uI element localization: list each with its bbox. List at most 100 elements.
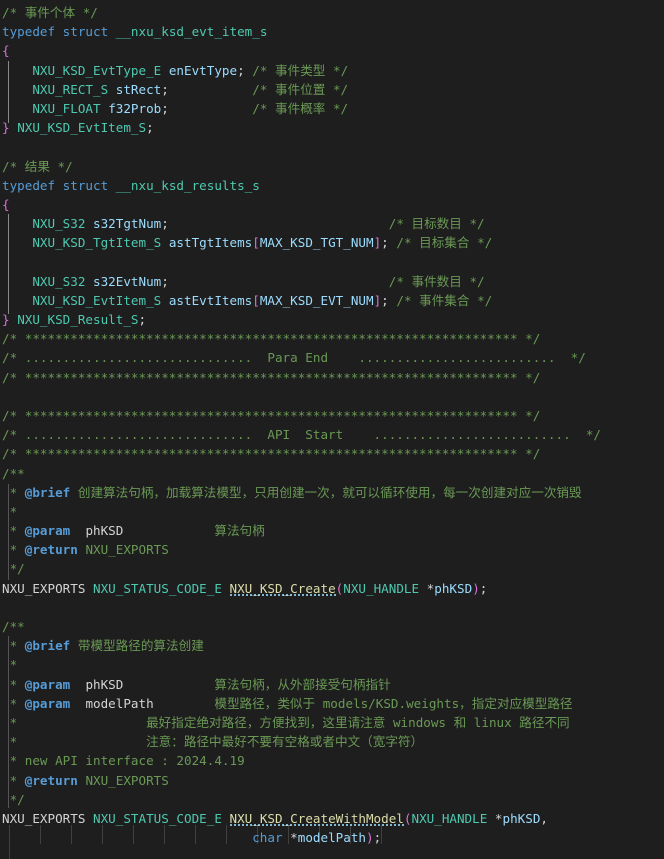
banner-stars: /* *************************************… bbox=[2, 407, 541, 423]
doc-comment-star: * bbox=[2, 523, 18, 539]
doc-comment-star: * bbox=[2, 638, 18, 654]
doc-param-desc: 模型路径，类似于 models/KSD.weights，指定对应模型路径 bbox=[214, 695, 573, 711]
function-name-create: NXU_KSD_Create bbox=[229, 580, 336, 596]
brace-close: } bbox=[2, 312, 10, 327]
semicolon: ; bbox=[161, 81, 169, 97]
code-line: { bbox=[0, 195, 664, 214]
doc-comment-star: * bbox=[2, 484, 18, 500]
code-line: * @param modelPath 模型路径，类似于 models/KSD.w… bbox=[0, 694, 664, 713]
return-type-status-code: NXU_STATUS_CODE_E bbox=[93, 580, 222, 596]
code-line: NXU_S32 s32TgtNum; /* 目标数目 */ bbox=[0, 214, 664, 233]
code-lines[interactable]: /* 事件个体 */ typedef struct __nxu_ksd_evt_… bbox=[0, 3, 664, 847]
member-stRect: stRect bbox=[115, 81, 162, 97]
semicolon: ; bbox=[161, 100, 169, 116]
semicolon: ; bbox=[138, 312, 147, 327]
type-s32: NXU_S32 bbox=[32, 216, 86, 232]
banner-dots-left: /* .............................. bbox=[2, 427, 268, 443]
macro-nxu-exports: NXU_EXPORTS bbox=[2, 580, 86, 596]
code-line: NXU_EXPORTS NXU_STATUS_CODE_E NXU_KSD_Cr… bbox=[0, 579, 664, 598]
pointer-star: * bbox=[494, 810, 503, 826]
doc-comment-star: * bbox=[2, 772, 18, 788]
code-line: * @brief 带模型路径的算法创建 bbox=[0, 636, 664, 655]
doc-note-no-space: 注意：路径中最好不要有空格或者中文（宽字符） bbox=[146, 734, 424, 750]
keyword-struct: struct bbox=[62, 24, 109, 40]
comment-tgt-set: /* 目标集合 */ bbox=[396, 235, 493, 251]
comment-tgt-num: /* 目标数目 */ bbox=[388, 216, 485, 232]
param-name-modelPath: modelPath bbox=[297, 830, 366, 846]
code-line: /* .............................. Para E… bbox=[0, 348, 664, 367]
banner-dots-left: /* .............................. bbox=[2, 350, 268, 366]
brace-open: { bbox=[2, 196, 10, 212]
pointer-star: * bbox=[290, 830, 298, 846]
semicolon: ; bbox=[161, 216, 169, 232]
code-line: } NXU_KSD_Result_S; bbox=[0, 310, 664, 329]
doc-brief-create-with-model: 带模型路径的算法创建 bbox=[77, 638, 204, 654]
code-line: /* .............................. API St… bbox=[0, 425, 664, 444]
semicolon: ; bbox=[161, 273, 169, 289]
code-editor[interactable]: /* 事件个体 */ typedef struct __nxu_ksd_evt_… bbox=[0, 0, 664, 859]
member-s32TgtNum: s32TgtNum bbox=[93, 216, 162, 232]
type-s32: NXU_S32 bbox=[32, 273, 86, 289]
doc-comment-close: */ bbox=[2, 561, 25, 577]
comment-evt-num: /* 事件数目 */ bbox=[388, 273, 485, 289]
doc-comment-star: * bbox=[2, 753, 18, 769]
code-line: * @return NXU_EXPORTS bbox=[0, 540, 664, 559]
code-line: typedef struct __nxu_ksd_evt_item_s bbox=[0, 22, 664, 41]
member-astEvtItems: astEvtItems bbox=[168, 292, 253, 308]
paren-close: ) bbox=[472, 580, 480, 596]
keyword-char: char bbox=[252, 830, 283, 846]
return-type-status-code: NXU_STATUS_CODE_E bbox=[93, 810, 222, 826]
keyword-struct: struct bbox=[62, 177, 109, 193]
type-evt-item-s: NXU_KSD_EvtItem_S bbox=[32, 292, 162, 308]
typedef-name-result-s: NXU_KSD_Result_S bbox=[17, 312, 139, 327]
code-line: NXU_EXPORTS NXU_STATUS_CODE_E NXU_KSD_Cr… bbox=[0, 809, 664, 828]
doc-new-api-interface: new API interface : 2024.4.19 bbox=[24, 753, 245, 769]
doc-tag-return: @return bbox=[24, 542, 78, 558]
code-line: NXU_KSD_TgtItem_S astTgtItems[MAX_KSD_TG… bbox=[0, 233, 664, 252]
banner-stars: /* *************************************… bbox=[2, 446, 541, 462]
comment-evt-set: /* 事件集合 */ bbox=[396, 292, 493, 308]
semicolon: ; bbox=[237, 62, 245, 78]
struct-name-results: __nxu_ksd_results_s bbox=[115, 177, 260, 193]
member-f32Prob: f32Prob bbox=[108, 100, 162, 116]
member-astTgtItems: astTgtItems bbox=[168, 235, 253, 251]
doc-param-name-phKSD: phKSD bbox=[85, 676, 124, 692]
code-line: */ bbox=[0, 559, 664, 578]
code-line: * new API interface : 2024.4.19 bbox=[0, 751, 664, 770]
doc-note-abs-path: 最好指定绝对路径，方便找到，这里请注意 windows 和 linux 路径不同 bbox=[146, 714, 570, 730]
function-name-create-with-model: NXU_KSD_CreateWithModel bbox=[229, 810, 404, 826]
doc-tag-param: @param bbox=[24, 695, 71, 711]
macro-nxu-exports: NXU_EXPORTS bbox=[2, 810, 86, 826]
code-line: /* *************************************… bbox=[0, 406, 664, 425]
code-line: /** bbox=[0, 464, 664, 483]
banner-dots-right: .......................... */ bbox=[328, 350, 586, 366]
comment-evt-type: /* 事件类型 */ bbox=[252, 62, 349, 78]
param-name-phKSD: phKSD bbox=[434, 580, 473, 596]
code-line: NXU_FLOAT f32Prob; /* 事件概率 */ bbox=[0, 99, 664, 118]
doc-comment-star: * bbox=[2, 542, 18, 558]
code-line: * 最好指定绝对路径，方便找到，这里请注意 windows 和 linux 路径… bbox=[0, 713, 664, 732]
doc-param-name-modelPath: modelPath bbox=[85, 695, 154, 711]
bracket-open: [ bbox=[252, 235, 260, 251]
doc-tag-brief: @brief bbox=[24, 638, 71, 654]
member-s32EvtNum: s32EvtNum bbox=[93, 273, 162, 289]
doc-param-desc: 算法句柄，从外部接受句柄指针 bbox=[214, 676, 391, 692]
semicolon: ; bbox=[146, 120, 154, 136]
code-line: NXU_KSD_EvtItem_S astEvtItems[MAX_KSD_EV… bbox=[0, 291, 664, 310]
semicolon: ; bbox=[381, 292, 389, 308]
code-line: * @brief 创建算法句柄，加载算法模型，只用创建一次，就可以循环使用，每一… bbox=[0, 483, 664, 502]
code-line: * bbox=[0, 502, 664, 521]
param-type-handle: NXU_HANDLE bbox=[411, 810, 488, 826]
const-max-tgt-num: MAX_KSD_TGT_NUM bbox=[259, 235, 374, 251]
keyword-typedef: typedef bbox=[2, 177, 56, 193]
type-rect-s: NXU_RECT_S bbox=[32, 81, 109, 97]
doc-comment-star: * bbox=[2, 503, 18, 519]
doc-param-name-phKSD: phKSD bbox=[85, 523, 124, 539]
type-evt-type-e: NXU_KSD_EvtType_E bbox=[32, 62, 162, 78]
semicolon: ; bbox=[373, 830, 382, 846]
doc-comment-close: */ bbox=[2, 791, 25, 807]
doc-comment-open: /** bbox=[2, 465, 25, 481]
doc-comment-star: * bbox=[2, 734, 18, 750]
